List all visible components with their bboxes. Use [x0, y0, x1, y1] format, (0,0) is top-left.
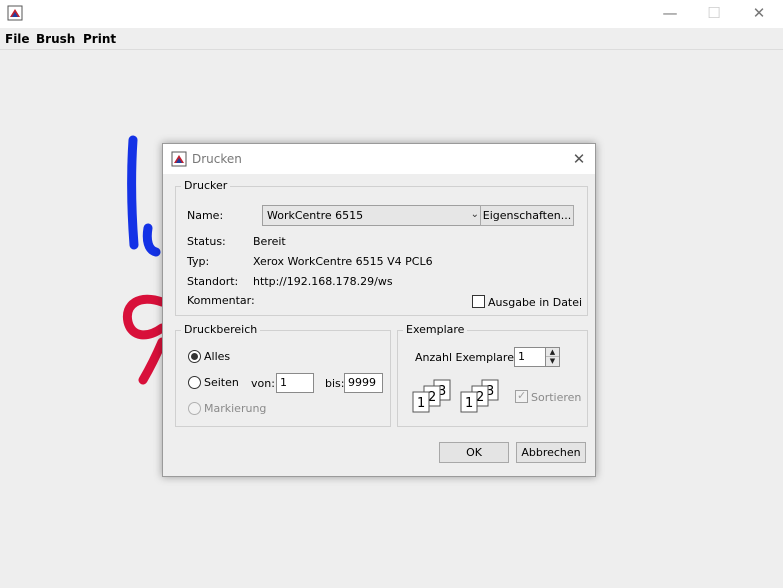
spinner-up-icon[interactable]: ▲ — [546, 348, 559, 357]
menu-brush[interactable]: Brush — [36, 32, 75, 46]
range-all-radio[interactable] — [188, 350, 201, 363]
maximize-button[interactable]: ☐ — [704, 4, 724, 22]
print-to-file-label: Ausgabe in Datei — [488, 296, 583, 309]
print-range-legend: Druckbereich — [181, 323, 261, 336]
copies-group: Exemplare Anzahl Exemplare: 1 ▲ ▼ 3 2 1 … — [397, 323, 588, 427]
collate-pages-icon: 3 2 1 3 2 1 — [412, 379, 499, 413]
collate-page-1a: 1 — [417, 396, 425, 411]
collate-label: Sortieren — [531, 391, 582, 404]
java-app-icon — [171, 151, 187, 167]
minimize-button[interactable]: — — [660, 4, 680, 22]
range-pages-radio[interactable] — [188, 376, 201, 389]
printer-type-value: Xerox WorkCentre 6515 V4 PCL6 — [253, 255, 433, 268]
collate-page-1b: 1 — [465, 396, 473, 411]
menubar: File Brush Print — [0, 28, 783, 50]
printer-status-value: Bereit — [253, 235, 286, 248]
window-titlebar: — ☐ ✕ — [0, 0, 783, 28]
chevron-down-icon: ⌄ — [470, 209, 479, 220]
menu-print[interactable]: Print — [83, 32, 116, 46]
copies-legend: Exemplare — [403, 323, 468, 336]
printer-name-label: Name: — [187, 209, 224, 222]
range-selection-radio — [188, 402, 201, 415]
menu-file[interactable]: File — [5, 32, 30, 46]
close-window-button[interactable]: ✕ — [749, 4, 769, 22]
range-pages-label: Seiten — [204, 376, 239, 389]
collate-checkbox: ✓ — [515, 389, 528, 403]
java-app-icon — [7, 5, 23, 21]
copies-count-label: Anzahl Exemplare: — [415, 351, 518, 364]
printer-group: Drucker Name: WorkCentre 6515 ⌄ Eigensch… — [175, 179, 588, 316]
spinner-down-icon[interactable]: ▼ — [546, 357, 559, 366]
range-from-input[interactable]: 1 — [276, 373, 314, 393]
ok-button[interactable]: OK — [439, 442, 509, 463]
dialog-titlebar: Drucken ✕ — [163, 144, 595, 174]
printer-name-value: WorkCentre 6515 — [267, 209, 364, 222]
printer-location-value: http://192.168.178.29/ws — [253, 275, 393, 288]
copies-count-input[interactable]: 1 — [514, 347, 546, 367]
printer-comment-label: Kommentar: — [187, 294, 255, 307]
range-from-label: von: — [251, 377, 275, 390]
printer-type-label: Typ: — [187, 255, 210, 268]
red-brush-stroke — [122, 294, 167, 385]
printer-location-label: Standort: — [187, 275, 239, 288]
dialog-title: Drucken — [192, 152, 242, 166]
print-to-file-checkbox[interactable] — [472, 295, 485, 308]
range-to-input[interactable]: 9999 — [344, 373, 383, 393]
checkmark-icon: ✓ — [517, 389, 527, 402]
cancel-button[interactable]: Abbrechen — [516, 442, 586, 463]
printer-properties-button[interactable]: Eigenschaften... — [480, 205, 574, 226]
printer-group-legend: Drucker — [181, 179, 231, 192]
print-dialog: Drucken ✕ Drucker Name: WorkCentre 6515 … — [162, 143, 596, 477]
printer-name-select[interactable]: WorkCentre 6515 ⌄ — [262, 205, 484, 226]
copies-spinner[interactable]: ▲ ▼ — [546, 347, 560, 367]
print-range-group: Druckbereich Alles Seiten von: 1 bis: 99… — [175, 323, 391, 427]
range-all-label: Alles — [204, 350, 231, 363]
range-selection-label: Markierung — [204, 402, 267, 415]
dialog-close-button[interactable]: ✕ — [569, 149, 589, 169]
blue-brush-stroke — [127, 135, 161, 257]
printer-status-label: Status: — [187, 235, 226, 248]
range-to-label: bis: — [325, 377, 345, 390]
